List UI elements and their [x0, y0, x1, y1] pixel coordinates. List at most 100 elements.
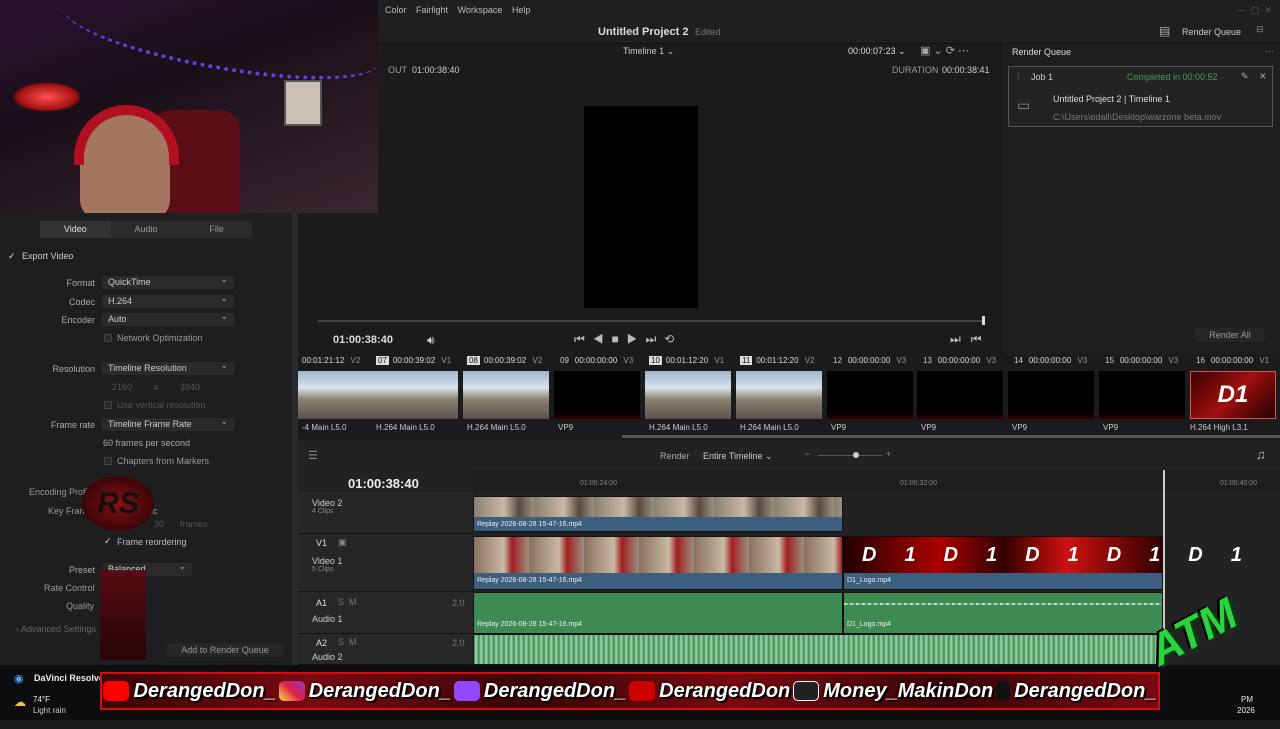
edit-icon[interactable]: ✎ — [1241, 71, 1249, 82]
clip-thumbnail[interactable] — [827, 371, 913, 419]
export-video-label: Export Video — [22, 251, 74, 261]
render-queue-button[interactable]: Render Queue — [1182, 27, 1241, 37]
transport-controls[interactable]: ⏮◀■▶⏭⟲ — [574, 332, 682, 347]
vertical-res-checkbox[interactable] — [104, 401, 112, 409]
export-video-check[interactable]: ✓ — [8, 251, 16, 262]
timeline-panel: ☰ Render Entire Timeline ⌄ − + ♫ 01:00:3… — [298, 440, 1280, 665]
audio-clip[interactable]: Replay 2026-08-28 15-47-16.mp4 — [473, 592, 843, 634]
solo-mute-buttons[interactable]: S M — [338, 637, 357, 647]
clip-timecode: 00:00:00:00 — [847, 356, 891, 365]
zoom-slider[interactable] — [818, 455, 882, 456]
clip-thumbnail[interactable] — [463, 371, 549, 419]
clip-thumbnail[interactable] — [917, 371, 1003, 419]
clip-strip: 00:01:21:12 V2 -4 Main L5.0 07 00:00:39:02 … — [298, 354, 1280, 440]
add-to-render-queue-button[interactable]: Add to Render Queue — [166, 643, 284, 657]
tiktok-handle: DerangedDon_ — [996, 680, 1156, 703]
tab-video[interactable]: Video — [40, 221, 111, 238]
volume-icon[interactable]: 🔊︎ — [427, 333, 435, 348]
weather-temp: 74°F — [33, 695, 50, 704]
webcam-overlay — [0, 0, 378, 213]
clip-header: 16 00:00:00:00 V1 — [1194, 356, 1280, 368]
menu-color[interactable]: Color — [385, 0, 407, 20]
overlay-character-graphic — [100, 570, 146, 660]
viewer-panel: Timeline 1 ⌄ 00:00:07:23 ⌄ ▣ ⌄ ⟳ ⋯ OUT 0… — [318, 44, 1001, 354]
audio-meter-icon[interactable]: ♫ — [1256, 447, 1266, 462]
clip-thumbnail[interactable] — [1008, 371, 1094, 419]
res-width[interactable]: 2160 — [112, 382, 132, 392]
track-audio2-header[interactable]: A2 S M 2.0 Audio 2 — [298, 634, 473, 665]
clip-thumbnail[interactable] — [554, 371, 640, 419]
close-icon[interactable]: ✕ — [1259, 71, 1267, 82]
youtube-icon — [103, 681, 130, 702]
res-height[interactable]: 3840 — [180, 382, 200, 392]
track-video2-header[interactable]: Video 2 4 Clips — [298, 492, 473, 534]
audio-clip[interactable]: D1_Logo.mp4 — [843, 592, 1163, 634]
tab-audio[interactable]: Audio — [111, 221, 182, 238]
format-select[interactable]: QuickTime — [102, 273, 234, 289]
render-range-select[interactable]: Entire Timeline ⌄ — [703, 451, 773, 462]
render-all-button[interactable]: Render All — [1195, 328, 1265, 342]
viewer-timecode[interactable]: 00:00:07:23 ⌄ — [848, 46, 906, 57]
advanced-settings[interactable]: › Advanced Settings — [16, 624, 96, 634]
clip-label: D1_Logo.mp4 — [847, 621, 891, 628]
render-queue-icon[interactable]: ▤ — [1159, 24, 1170, 38]
menu-help[interactable]: Help — [512, 0, 531, 20]
preset-row: Preset Balanced — [0, 560, 298, 577]
timeline-options-icon[interactable]: ☰ — [308, 449, 318, 462]
kick-icon — [629, 681, 656, 702]
panel-toggle-icon[interactable]: ⊟ — [1256, 24, 1264, 35]
jump-controls[interactable]: ⏭⏮ — [950, 332, 992, 347]
clip-header: 13 00:00:00:00 V3 — [921, 356, 1009, 368]
framerate-select[interactable]: Timeline Frame Rate — [102, 415, 234, 431]
clip-thumbnail[interactable] — [1099, 371, 1185, 419]
taskbar-app[interactable]: DaVinci Resolve — [34, 673, 104, 683]
frame-reorder-check[interactable]: ✓ — [104, 536, 112, 547]
strip-scrollbar[interactable] — [622, 435, 1280, 438]
resolve-icon[interactable]: ◉ — [14, 672, 24, 685]
framerate-row: Frame rate Timeline Frame Rate — [0, 415, 298, 432]
rq-options-icon[interactable]: ⋯ — [1265, 46, 1274, 57]
timeline-ruler[interactable]: 01:00:24:00 01:00:32:00 01:00:40:00 — [473, 470, 1280, 492]
clip-thumbnail[interactable] — [645, 371, 731, 419]
tab-file[interactable]: File — [181, 221, 252, 238]
track-lock-icon[interactable]: ▣ — [338, 537, 347, 548]
track-audio1-header[interactable]: A1 S M 2.0 Audio 1 — [298, 592, 473, 634]
zoom-in-icon[interactable]: + — [886, 449, 891, 459]
logo-clip[interactable]: D1D1D1D1D1 D1_Logo.mp4 — [843, 536, 1242, 590]
keyframes-value[interactable]: 30 — [154, 519, 164, 529]
viewer-options-icon[interactable]: ▣ ⌄ ⟳ ⋯ — [920, 44, 969, 57]
audio-clip[interactable] — [473, 634, 1163, 665]
encoder-select[interactable]: Auto — [102, 310, 234, 326]
scrubber[interactable] — [318, 320, 985, 322]
playhead[interactable] — [982, 316, 985, 325]
render-settings-panel: Video Audio File ✓ Export Video Format Qu… — [0, 213, 298, 665]
menu-workspace[interactable]: Workspace — [458, 0, 503, 20]
tiktok-icon — [996, 681, 1011, 702]
clip-number: 11 — [740, 356, 753, 365]
track-video1-header[interactable]: V1 ▣ Video 1 5 Clips — [298, 534, 473, 592]
clip-thumbnail[interactable]: D1 — [1190, 371, 1276, 419]
window-controls[interactable]: — ▢ ✕ — [1237, 0, 1272, 20]
twitch-handle: DerangedDon_ — [453, 680, 626, 703]
menu-fairlight[interactable]: Fairlight — [416, 0, 448, 20]
zoom-out-icon[interactable]: − — [805, 449, 810, 459]
track-id: A1 — [316, 598, 328, 608]
solo-mute-buttons[interactable]: S M — [338, 597, 357, 607]
video-clip[interactable]: Replay 2026-08-28 15-47-16.mp4 — [473, 536, 843, 590]
clip-header: 11 00:01:12:20 V2 — [740, 356, 828, 368]
codec-select[interactable]: H.264 — [102, 292, 234, 308]
network-opt-checkbox[interactable] — [104, 334, 112, 342]
clip-thumbnail[interactable] — [372, 371, 458, 419]
resolution-select[interactable]: Timeline Resolution — [102, 359, 234, 375]
clock-date[interactable]: 2026 — [1237, 706, 1255, 715]
drag-handle-icon[interactable]: ⁝ — [1017, 71, 1020, 82]
timeline-selector[interactable]: Timeline 1 ⌄ — [623, 46, 674, 57]
film-icon: ▭ — [1017, 97, 1031, 113]
video-clip[interactable]: Replay 2026-08-28 15-47-16.mp4 — [473, 496, 843, 532]
render-job[interactable]: ⁝ Job 1 Completed in 00:00:52 ✎ ✕ ▭ Unti… — [1008, 66, 1273, 127]
clip-number: 08 — [467, 356, 480, 365]
instagram-icon — [278, 681, 305, 702]
zoom-handle[interactable] — [853, 452, 859, 458]
clip-thumbnail[interactable] — [736, 371, 822, 419]
chapters-checkbox[interactable] — [104, 457, 112, 465]
